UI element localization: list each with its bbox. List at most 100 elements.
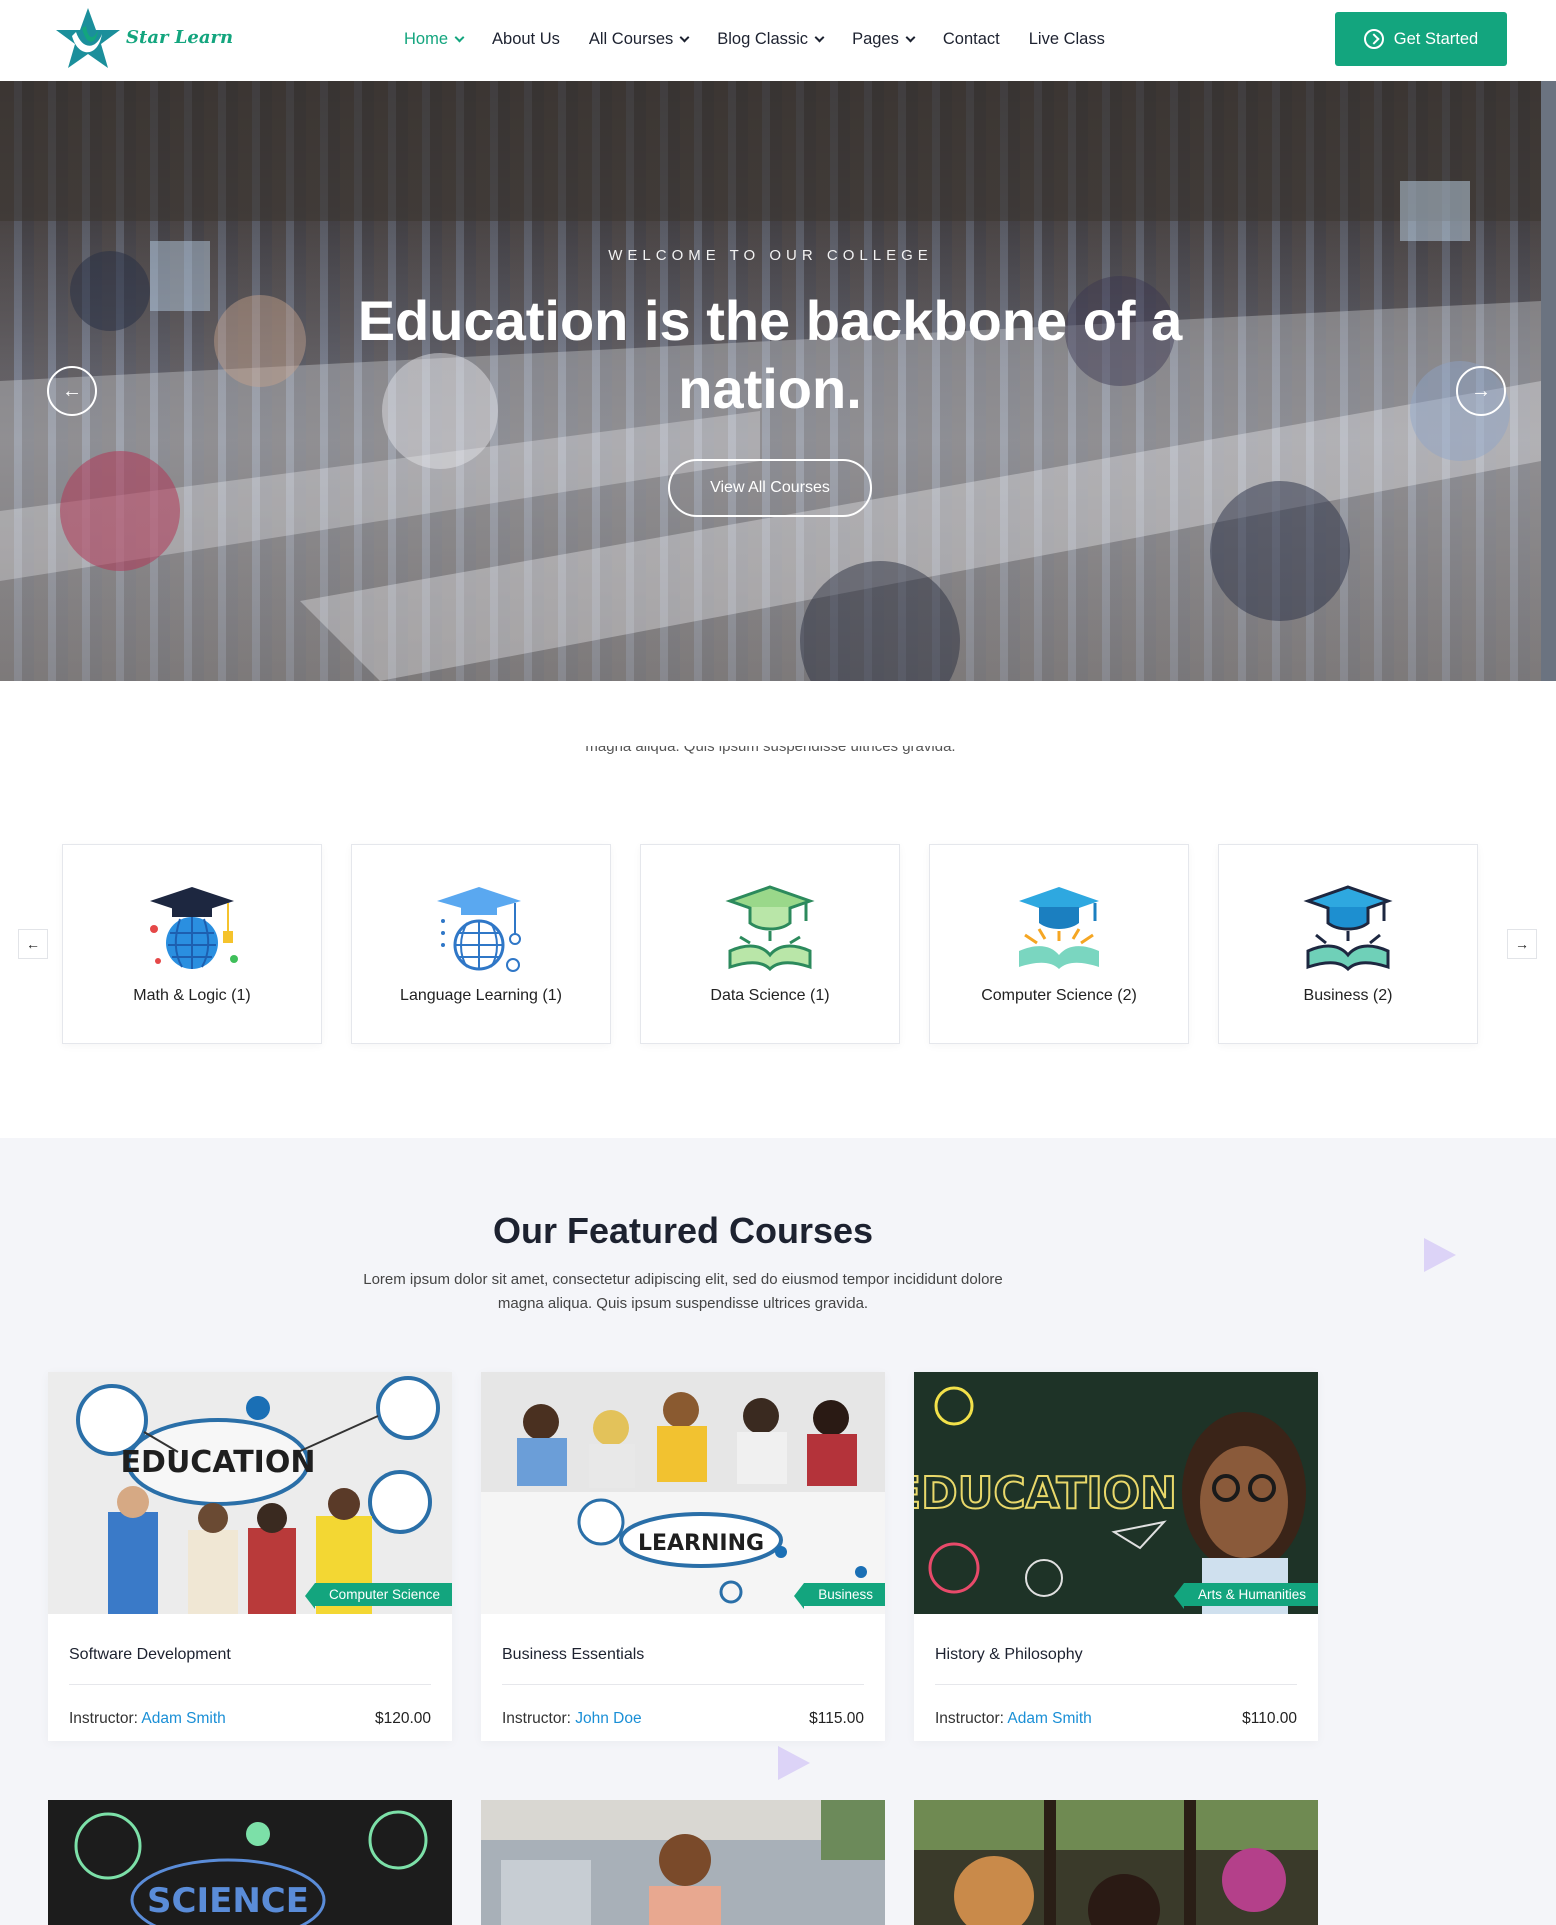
arrow-circle-icon — [1363, 29, 1384, 49]
instructor-prefix: Instructor: — [502, 1710, 571, 1727]
chevron-down-icon — [814, 32, 825, 42]
course-price: $110.00 — [1242, 1710, 1297, 1727]
arrow-left-icon: ← — [62, 379, 82, 402]
nav-home[interactable]: Home — [404, 29, 465, 49]
image-word: LEARNING — [638, 1531, 764, 1556]
categories-subtitle: magna aliqua. Quis ipsum suspendisse ult… — [0, 746, 1541, 766]
divider — [69, 1684, 431, 1685]
section-subtitle: Lorem ipsum dolor sit amet, consectetur … — [363, 1271, 1003, 1312]
arrow-right-icon: → — [1515, 936, 1529, 952]
students-reading-image — [914, 1800, 1318, 1925]
hero-next-button[interactable]: → — [1456, 366, 1506, 416]
categories-next-button[interactable]: → — [1507, 929, 1537, 959]
course-price: $115.00 — [809, 1710, 864, 1727]
science-chalkboard-image: SCIENCE — [48, 1800, 452, 1925]
section-title: Our Featured Courses — [492, 1210, 874, 1251]
nav-pages[interactable]: Pages — [852, 29, 916, 49]
course-image[interactable]: EDUCATION Arts & Humanities — [914, 1372, 1318, 1614]
nav-live-class[interactable]: Live Class — [1029, 30, 1105, 49]
graduation-globe-icon — [150, 887, 238, 969]
hero-kicker: WELCOME TO OUR COLLEGE — [608, 247, 933, 264]
get-started-label: Get Started — [1393, 29, 1479, 48]
course-image[interactable]: EDUCATION Computer Science — [48, 1372, 452, 1614]
instructor-link[interactable]: John Doe — [575, 1710, 641, 1727]
featured-courses-section: Our Featured Courses Lorem ipsum dolor s… — [0, 1138, 1556, 1925]
nav-about-label: About Us — [492, 29, 560, 48]
categories-prev-button[interactable]: ← — [18, 929, 48, 959]
category-card[interactable]: Language Learning (1) — [351, 844, 611, 1044]
woman-sofa-image — [481, 1800, 885, 1925]
category-label: Computer Science (2) — [981, 987, 1137, 1004]
view-all-courses-button[interactable]: View All Courses — [668, 459, 872, 517]
nav-all-courses[interactable]: All Courses — [588, 29, 690, 49]
category-card[interactable]: Math & Logic (1) — [62, 844, 322, 1044]
course-card[interactable]: EDUCATION Arts & Humanities History & Ph… — [914, 1372, 1318, 1741]
categories-subtitle-text: magna aliqua. Quis ipsum suspendisse ult… — [585, 746, 956, 755]
education-diagram-image: EDUCATION — [48, 1372, 452, 1614]
course-card[interactable]: LEARNING Business Business Essentials In… — [481, 1372, 885, 1741]
divider — [935, 1684, 1297, 1685]
course-image[interactable]: LEARNING Business — [481, 1372, 885, 1614]
category-label: Math & Logic (1) — [133, 987, 251, 1004]
nav-about-us[interactable]: About Us — [492, 30, 560, 49]
star-logo-icon — [56, 8, 120, 68]
image-word: EDUCATION — [121, 1445, 316, 1480]
course-title[interactable]: History & Philosophy — [935, 1646, 1083, 1664]
logo-text: Star Learn — [126, 26, 234, 48]
category-card[interactable]: Data Science (1) — [640, 844, 900, 1044]
course-image[interactable] — [914, 1800, 1318, 1925]
course-meta: Instructor: Adam Smith $110.00 — [935, 1710, 1297, 1728]
category-label: Data Science (1) — [710, 987, 830, 1004]
instructor-prefix: Instructor: — [69, 1710, 138, 1727]
course-category-tag[interactable]: Computer Science — [304, 1583, 452, 1609]
decorative-triangle — [778, 1746, 810, 1780]
graduation-book-icon — [725, 885, 815, 972]
course-category-tag[interactable]: Arts & Humanities — [1173, 1583, 1318, 1609]
logo[interactable]: Star Learn — [52, 4, 252, 74]
learning-students-image: LEARNING — [481, 1372, 885, 1614]
graduation-world-icon — [437, 887, 521, 972]
course-price: $120.00 — [374, 1710, 431, 1727]
category-card[interactable]: Business (2) — [1218, 844, 1478, 1044]
hero-slider: WELCOME TO OUR COLLEGE Education is the … — [0, 81, 1541, 681]
instructor-prefix: Instructor: — [935, 1710, 1004, 1727]
chevron-down-icon — [905, 32, 916, 42]
graduation-book-icon — [1303, 885, 1393, 972]
nav-live-class-label: Live Class — [1028, 29, 1105, 48]
instructor-link[interactable]: Adam Smith — [141, 1710, 225, 1727]
category-label: Language Learning (1) — [400, 987, 562, 1004]
course-image[interactable] — [481, 1800, 885, 1925]
hero-prev-button[interactable]: ← — [47, 366, 97, 416]
course-title[interactable]: Software Development — [69, 1646, 231, 1664]
nav-pages-label: Pages — [852, 29, 899, 48]
nav-contact-label: Contact — [942, 29, 1000, 48]
hero-title: Education is the backbone of a nation. — [357, 289, 1183, 420]
decorative-triangle — [1424, 1238, 1456, 1272]
category-carousel: Math & Logic (1) Language Learning (1) D… — [62, 844, 1507, 1044]
course-meta: Instructor: Adam Smith $120.00 — [69, 1710, 431, 1728]
chalkboard-girl-image: EDUCATION — [914, 1372, 1318, 1614]
arrow-left-icon: ← — [26, 936, 40, 952]
course-image[interactable]: SCIENCE — [48, 1800, 452, 1925]
image-word: EDUCATION — [914, 1468, 1177, 1519]
site-header: Star Learn Home About Us All Courses Blo… — [0, 0, 1556, 81]
main-nav: Home About Us All Courses Blog Classic P… — [404, 0, 1134, 78]
course-card[interactable]: EDUCATION Computer Science Software Deve… — [48, 1372, 452, 1741]
nav-courses-label: All Courses — [588, 29, 674, 48]
arrow-right-icon: → — [1471, 379, 1491, 402]
divider — [502, 1684, 864, 1685]
course-title[interactable]: Business Essentials — [502, 1646, 644, 1664]
chevron-down-icon — [454, 32, 465, 42]
nav-blog-label: Blog Classic — [717, 29, 809, 48]
graduation-book-icon — [1019, 887, 1099, 969]
chevron-down-icon — [679, 32, 690, 42]
hero-next-slide-peek — [1541, 81, 1556, 681]
nav-blog-classic[interactable]: Blog Classic — [717, 29, 825, 49]
get-started-button[interactable]: Get Started — [1335, 12, 1507, 66]
nav-home-label: Home — [404, 29, 449, 48]
category-label: Business (2) — [1303, 987, 1393, 1004]
category-card[interactable]: Computer Science (2) — [929, 844, 1189, 1044]
course-category-tag[interactable]: Business — [794, 1583, 885, 1609]
nav-contact[interactable]: Contact — [943, 30, 1000, 49]
instructor-link[interactable]: Adam Smith — [1007, 1710, 1091, 1727]
